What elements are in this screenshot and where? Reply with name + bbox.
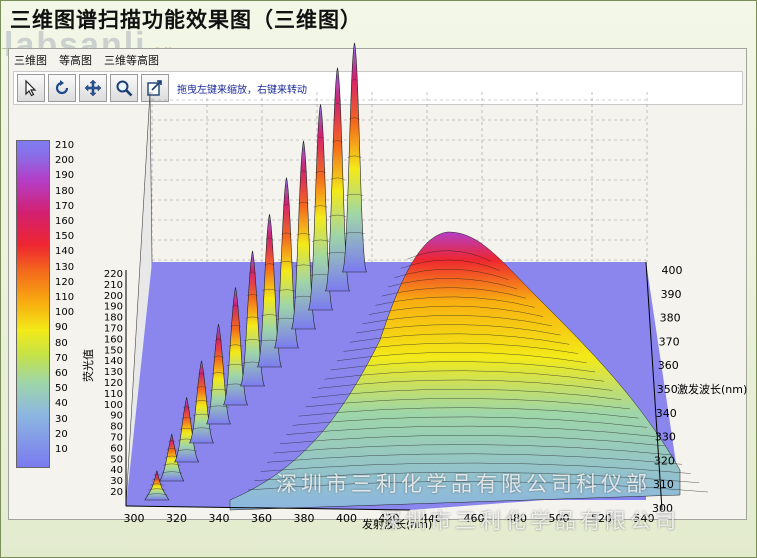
ridge-peak [341, 42, 368, 273]
y-tick-label: 210 [104, 280, 123, 291]
color-scale-tick: 120 [55, 276, 75, 288]
z-tick-label: 350 [657, 383, 678, 396]
z-tick-label: 330 [655, 431, 676, 444]
color-scale-tick: 50 [55, 383, 68, 395]
y-tick-label: 140 [104, 356, 123, 367]
color-scale-tick: 110 [55, 292, 75, 303]
color-scale-tick: 170 [55, 200, 75, 212]
y-tick-label: 90 [110, 411, 123, 422]
color-scale-tick: 140 [55, 246, 75, 258]
y-tick-label: 40 [110, 465, 123, 476]
y-tick-label: 130 [104, 367, 123, 378]
y-tick-label: 120 [104, 378, 123, 389]
y-tick-label: 20 [110, 487, 123, 498]
x-tick-label: 380 [294, 512, 315, 525]
y-tick-label: 180 [104, 313, 123, 324]
color-scale-tick: 210 [55, 140, 75, 151]
y-tick-label: 200 [104, 291, 123, 302]
z-tick-label: 380 [660, 312, 681, 325]
color-scale-tick: 40 [55, 398, 68, 410]
z-tick-label: 390 [661, 288, 682, 301]
watermark-bottom-2: 深圳市三利化学品有限公司 [380, 509, 680, 533]
y-tick-label: 60 [110, 443, 123, 454]
color-scale-tick: 70 [55, 352, 68, 364]
color-scale-tick: 90 [55, 322, 68, 334]
y-axis-ticks: 2202102001901801701601501401301201101009… [104, 269, 123, 498]
color-scale-tick: 30 [55, 413, 68, 425]
color-scale-tick: 190 [55, 170, 75, 182]
z-tick-label: 400 [662, 264, 683, 277]
color-scale-tick: 20 [55, 428, 68, 440]
color-scale-tick: 10 [55, 444, 68, 455]
x-tick-label: 360 [251, 512, 272, 525]
y-tick-label: 70 [110, 433, 123, 444]
color-scale-tick: 100 [55, 307, 75, 319]
color-scale-tick: 160 [55, 216, 75, 227]
color-scale-tick: 60 [55, 368, 68, 379]
color-scale-tick: 180 [55, 185, 75, 197]
x-tick-label: 340 [209, 512, 230, 525]
color-scale-tick: 130 [55, 261, 75, 273]
watermark-bottom-1: 深圳市三利化学品有限公司科仪部 [276, 472, 651, 496]
z-tick-label: 360 [658, 359, 679, 372]
y-tick-label: 160 [104, 334, 123, 345]
y-tick-label: 220 [104, 269, 123, 280]
y-tick-label: 80 [110, 422, 123, 433]
y-axis-label: 荧光值 [82, 349, 95, 382]
z-tick-label: 340 [656, 407, 677, 420]
x-tick-label: 320 [166, 512, 187, 525]
z-tick-label: 370 [659, 335, 680, 348]
z-tick-label: 320 [654, 454, 675, 467]
color-scale-tick: 150 [55, 231, 75, 243]
x-tick-label: 400 [336, 512, 357, 525]
y-tick-label: 50 [110, 454, 123, 465]
y-tick-label: 150 [104, 345, 123, 356]
color-scale-tick: 200 [55, 155, 75, 167]
plot-grid [151, 92, 648, 262]
y-tick-label: 190 [104, 302, 123, 313]
x-tick-label: 300 [124, 512, 145, 525]
color-scale-tick: 80 [55, 337, 68, 349]
z-axis-label: 激发波长(nm) [677, 383, 748, 396]
y-tick-label: 170 [104, 324, 123, 335]
y-tick-label: 100 [104, 400, 123, 411]
y-tick-label: 110 [104, 389, 123, 400]
z-tick-label: 310 [653, 478, 674, 491]
y-tick-label: 30 [110, 476, 123, 487]
color-scale-bar [16, 140, 50, 468]
